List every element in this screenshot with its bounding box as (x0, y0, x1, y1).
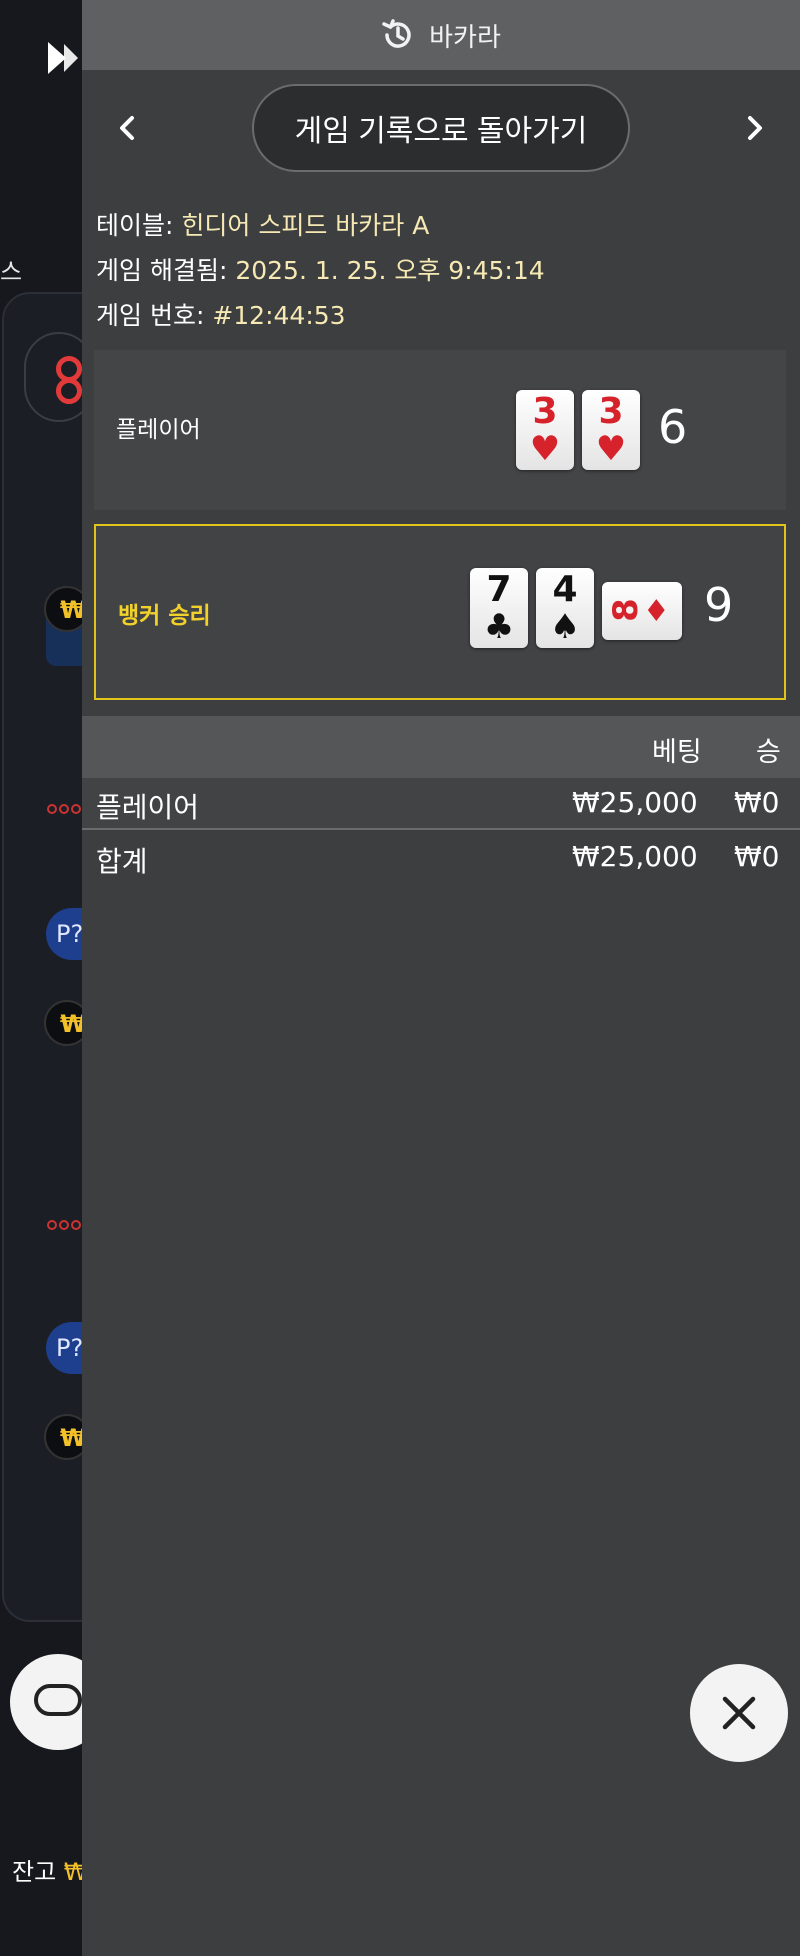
info-game-number: 게임 번호: #12:44:53 (96, 296, 346, 332)
diamond-suit-icon: ♦ (642, 594, 670, 629)
total-bet-amount: ₩25,000 (572, 840, 698, 873)
bg-roadmap (46, 800, 82, 819)
bg-red-ring-icon (56, 378, 82, 404)
card-rank: 4 (552, 569, 578, 610)
heart-suit-icon: ♥ (595, 429, 627, 469)
total-win-amount: ₩0 (734, 840, 780, 873)
heart-suit-icon: ♥ (529, 429, 561, 469)
player-hand: 플레이어 3 ♥ 3 ♥ 6 (94, 350, 786, 510)
table-row: 플레이어 ₩25,000 ₩0 (82, 778, 800, 830)
info-resolved-label: 게임 해결됨: (96, 256, 236, 285)
info-resolved-value: 2025. 1. 25. 오후 9:45:14 (235, 256, 545, 285)
chat-bubble-icon (34, 1684, 82, 1716)
chevron-right-icon (748, 116, 762, 140)
info-table: 테이블: 힌디어 스피드 바카라 A (96, 206, 429, 242)
info-game-number-value: #12:44:53 (212, 301, 346, 330)
card-rank: 8 (605, 598, 646, 622)
bg-left-label: 스 (0, 258, 23, 286)
panel-title: 바카라 (429, 22, 501, 53)
info-table-value: 힌디어 스피드 바카라 A (181, 211, 430, 240)
total-label: 합계 (96, 845, 148, 878)
info-resolved: 게임 해결됨: 2025. 1. 25. 오후 9:45:14 (96, 251, 545, 287)
history-icon (382, 19, 411, 48)
history-nav: 게임 기록으로 돌아가기 (82, 70, 800, 188)
app-logo-icon (48, 42, 78, 74)
close-button[interactable] (690, 1664, 788, 1762)
chevron-left-icon (120, 116, 134, 140)
info-table-label: 테이블: (96, 211, 182, 240)
playing-card: 3 ♥ (516, 390, 574, 470)
banker-hand: 뱅커 승리 7 ♣ 4 ♠ 8 ♦ 9 (94, 524, 786, 700)
banker-hand-label: 뱅커 승리 (118, 603, 211, 629)
win-amount: ₩0 (734, 786, 780, 819)
next-game-button[interactable] (734, 108, 774, 148)
playing-card-sideways: 8 ♦ (602, 582, 682, 640)
info-game-number-label: 게임 번호: (96, 301, 213, 330)
balance-label: 잔고 (12, 1858, 64, 1886)
player-hand-label: 플레이어 (116, 417, 201, 443)
playing-card: 4 ♠ (536, 568, 594, 648)
card-rank: 3 (598, 391, 624, 432)
player-score: 6 (658, 400, 688, 454)
col-bet-header: 베팅 (652, 737, 702, 768)
table-row-total: 합계 ₩25,000 ₩0 (82, 832, 800, 884)
banker-score: 9 (704, 578, 734, 632)
playing-card: 7 ♣ (470, 568, 528, 648)
club-suit-icon: ♣ (483, 607, 515, 647)
card-rank: 3 (532, 391, 558, 432)
bets-table-header: 베팅 승 (82, 716, 800, 778)
spade-suit-icon: ♠ (549, 607, 581, 647)
close-icon (722, 1696, 756, 1730)
prev-game-button[interactable] (108, 108, 148, 148)
col-win-header: 승 (756, 737, 781, 768)
playing-card: 3 ♥ (582, 390, 640, 470)
panel-header: 바카라 (82, 0, 800, 70)
bet-amount: ₩25,000 (572, 786, 698, 819)
bg-roadmap (46, 1216, 82, 1235)
card-rank: 7 (486, 569, 512, 610)
bet-name: 플레이어 (96, 791, 200, 824)
game-history-panel: 바카라 게임 기록으로 돌아가기 테이블: 힌디어 스피드 바카라 A 게임 해… (82, 0, 800, 1956)
back-to-history-button[interactable]: 게임 기록으로 돌아가기 (252, 84, 630, 172)
